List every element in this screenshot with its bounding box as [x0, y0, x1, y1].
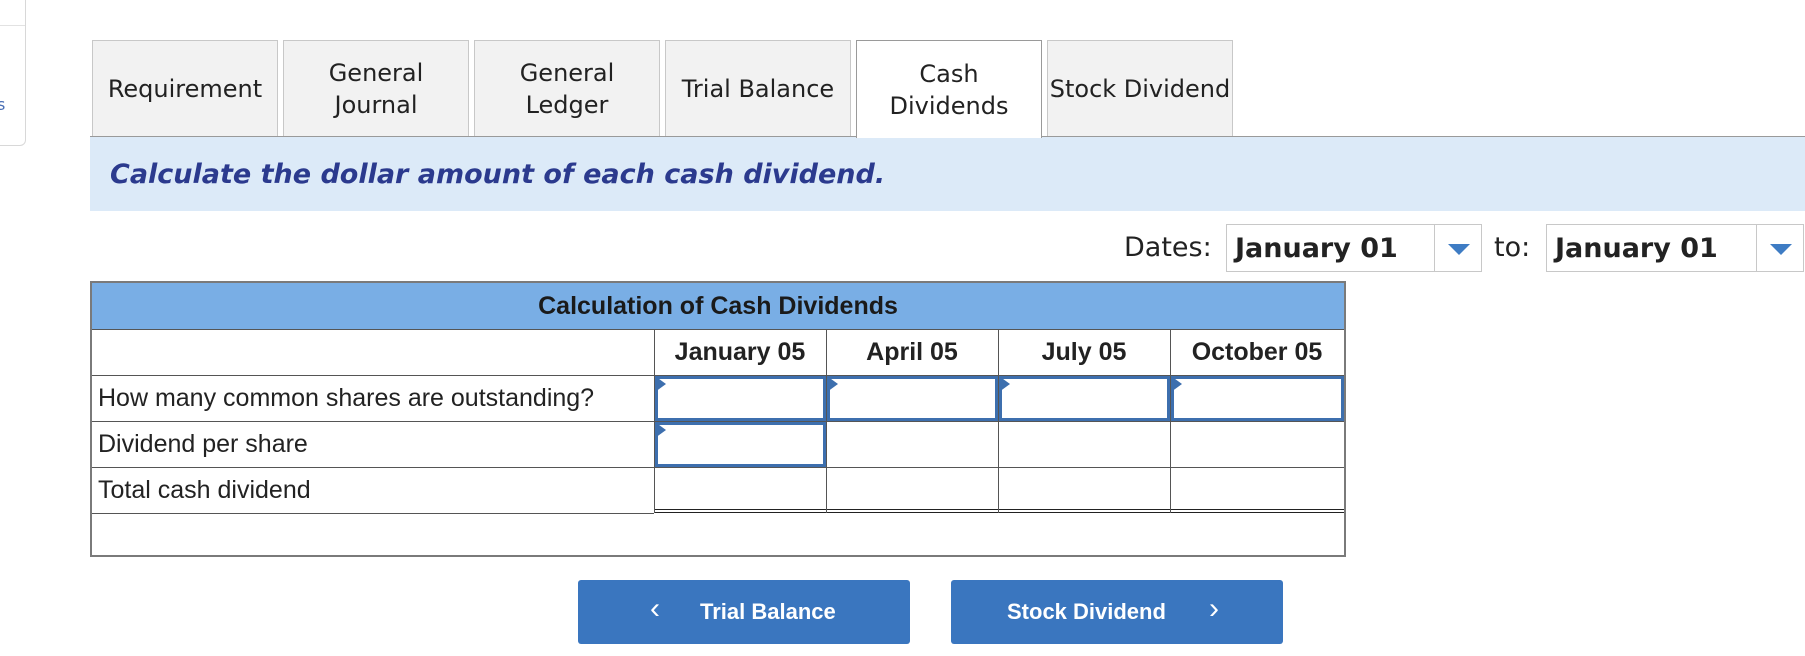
- side-panel-divider: [0, 25, 25, 26]
- column-header-july-05: July 05: [1041, 338, 1127, 366]
- next-button-label: Stock Dividend: [1007, 599, 1166, 624]
- row-divider: [92, 513, 654, 514]
- previous-button-label: Trial Balance: [700, 599, 836, 624]
- total-double-underline: [654, 509, 1344, 513]
- to-label: to:: [1494, 232, 1531, 263]
- instruction-banner: Calculate the dollar amount of each cash…: [90, 137, 1805, 211]
- triangle-down-icon: [1770, 244, 1792, 255]
- triangle-down-icon: [1448, 244, 1470, 255]
- tab-trial-balance[interactable]: Trial Balance: [665, 40, 851, 136]
- row-label-shares-outstanding: How many common shares are outstanding?: [98, 384, 595, 412]
- date-to-dropdown-button[interactable]: [1756, 225, 1803, 271]
- row-label-dividend-per-share: Dividend per share: [98, 430, 308, 458]
- input-marker-icon: [655, 422, 666, 438]
- input-marker-icon: [999, 376, 1010, 392]
- shares-outstanding-april-05-input[interactable]: [827, 376, 998, 421]
- tab-requirement[interactable]: Requirement: [92, 40, 278, 136]
- dividend-per-share-january-05-input[interactable]: [655, 422, 826, 467]
- column-header-april-05: April 05: [866, 338, 958, 366]
- tab-general-ledger[interactable]: General Ledger: [474, 40, 660, 136]
- date-from-dropdown-button[interactable]: [1434, 225, 1481, 271]
- next-stock-dividend-button[interactable]: Stock Dividend ›: [951, 580, 1283, 644]
- tab-general-journal[interactable]: General Journal: [283, 40, 469, 136]
- column-header-october-05: October 05: [1191, 338, 1323, 366]
- input-marker-icon: [1171, 376, 1182, 392]
- shares-outstanding-july-05-input[interactable]: [999, 376, 1170, 421]
- row-label-total-cash-dividend: Total cash dividend: [98, 476, 311, 504]
- input-marker-icon: [655, 376, 666, 392]
- side-panel-glyph: s: [0, 95, 6, 114]
- date-to-value: January 01: [1555, 233, 1718, 264]
- side-panel-fragment: s: [0, 0, 26, 146]
- tab-stock-dividend[interactable]: Stock Dividend: [1047, 40, 1233, 136]
- cash-dividends-table: Calculation of Cash Dividends January 05…: [90, 281, 1346, 557]
- date-to-select[interactable]: January 01: [1546, 224, 1804, 272]
- column-header-january-05: January 05: [674, 338, 806, 366]
- previous-trial-balance-button[interactable]: ‹ Trial Balance: [578, 580, 910, 644]
- table-title: Calculation of Cash Dividends: [92, 283, 1344, 330]
- shares-outstanding-october-05-input[interactable]: [1171, 376, 1344, 421]
- date-from-select[interactable]: January 01: [1226, 224, 1482, 272]
- date-from-value: January 01: [1235, 233, 1398, 264]
- tab-cash-dividends[interactable]: Cash Dividends: [856, 40, 1042, 138]
- instruction-text: Calculate the dollar amount of each cash…: [110, 159, 886, 190]
- dates-label: Dates:: [1124, 232, 1212, 263]
- chevron-right-icon: ›: [1209, 592, 1219, 625]
- shares-outstanding-january-05-input[interactable]: [655, 376, 826, 421]
- chevron-left-icon: ‹: [650, 592, 660, 625]
- input-marker-icon: [827, 376, 838, 392]
